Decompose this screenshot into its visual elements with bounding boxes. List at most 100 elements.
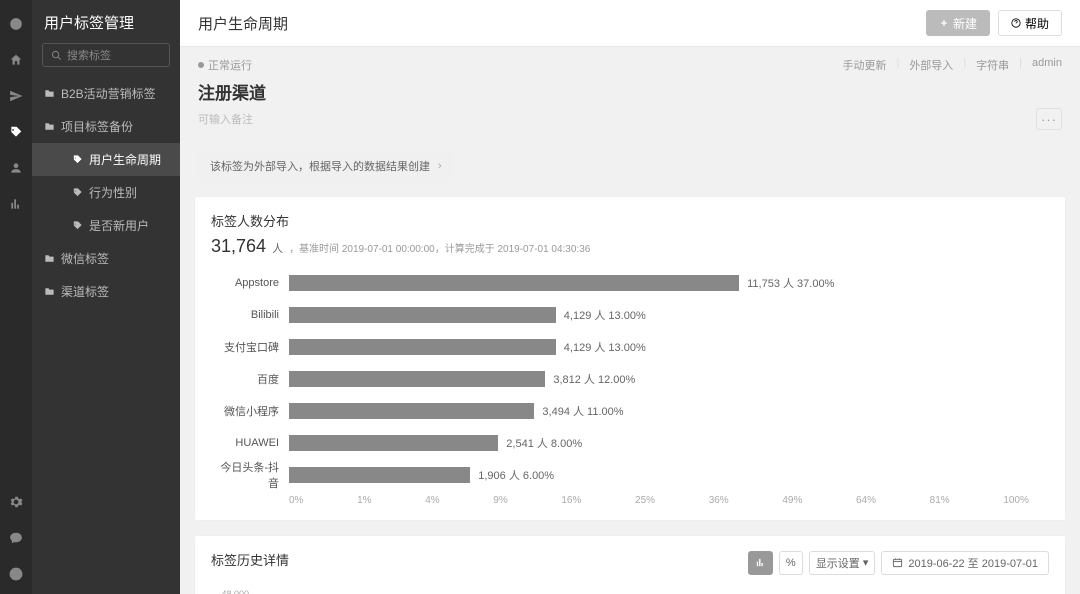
sidebar-item-label: 微信标签	[61, 250, 109, 267]
hbar-label: 百度	[211, 371, 289, 387]
dist-title: 标签人数分布	[211, 211, 1049, 230]
status-dot-icon	[198, 62, 204, 68]
timestamp-info: ，基准时间 2019-07-01 00:00:00，计算完成于 2019-07-…	[289, 240, 590, 255]
tag-icon[interactable]	[0, 116, 32, 148]
status-text: 正常运行	[208, 57, 252, 73]
folder-icon	[44, 88, 55, 99]
plus-icon	[939, 18, 949, 28]
new-button[interactable]: 新建	[926, 10, 990, 36]
page-title: 用户生命周期	[198, 13, 288, 34]
display-settings-button[interactable]: 显示设置 ▾	[809, 551, 876, 575]
hbar-fill	[289, 275, 739, 291]
hbar-value: 3,494 人 11.00%	[542, 403, 623, 419]
x-tick: 49%	[782, 495, 802, 506]
hbar-value: 4,129 人 13.00%	[564, 307, 646, 323]
sidebar-item-label: 是否新用户	[89, 217, 149, 234]
bar-chart-icon	[755, 557, 766, 568]
x-tick: 1%	[357, 495, 371, 506]
hbar-label: Appstore	[211, 277, 289, 289]
chart-icon[interactable]	[0, 188, 32, 220]
stacked-chart: 48,00036,00024,00012,000	[211, 589, 1049, 594]
calendar-icon	[892, 557, 903, 568]
hbar-chart: Appstore11,753 人 37.00%Bilibili4,129 人 1…	[211, 271, 1049, 487]
hbar-value: 2,541 人 8.00%	[506, 435, 582, 451]
x-axis: 0% 1% 4% 9% 16% 25% 36% 49% 64% 81% 100%	[289, 495, 1029, 506]
more-button[interactable]: ···	[1036, 108, 1062, 130]
date-range-picker[interactable]: 2019-06-22 至 2019-07-01	[881, 551, 1049, 575]
send-icon[interactable]	[0, 80, 32, 112]
x-tick: 9%	[493, 495, 507, 506]
gear-icon[interactable]	[0, 486, 32, 518]
remark-input[interactable]: 可输入备注	[198, 111, 253, 127]
help-icon	[1011, 18, 1021, 28]
hbar-row: HUAWEI2,541 人 8.00%	[289, 431, 1029, 455]
hbar-fill	[289, 467, 470, 483]
x-tick: 100%	[1003, 495, 1029, 506]
sidebar-item-2[interactable]: 用户生命周期	[32, 143, 180, 176]
page-heading: 注册渠道	[198, 79, 1062, 104]
x-tick: 25%	[635, 495, 655, 506]
x-tick: 81%	[930, 495, 950, 506]
hbar-row: Appstore11,753 人 37.00%	[289, 271, 1029, 295]
logo-icon[interactable]	[0, 8, 32, 40]
search-icon	[51, 50, 62, 61]
hbar-value: 11,753 人 37.00%	[747, 275, 834, 291]
meta-item: 手动更新	[842, 57, 886, 73]
sidebar-item-0[interactable]: B2B活动营销标签	[32, 77, 180, 110]
tag-icon	[72, 187, 83, 198]
hbar-row: 百度3,812 人 12.00%	[289, 367, 1029, 391]
hbar-label: Bilibili	[211, 309, 289, 321]
sidebar-item-1[interactable]: 项目标签备份	[32, 110, 180, 143]
sidebar-item-label: 项目标签备份	[61, 118, 133, 135]
sidebar: 用户标签管理 搜索标签 B2B活动营销标签项目标签备份用户生命周期行为性别是否新…	[32, 0, 180, 594]
history-panel: 标签历史详情 % 显示设置 ▾ 2019-06-22 至 2019-07-01	[194, 535, 1066, 594]
topbar: 用户生命周期 新建 帮助	[180, 0, 1080, 47]
chevron-right-icon: ›	[438, 160, 442, 172]
sidebar-item-label: 用户生命周期	[89, 151, 161, 168]
user-icon[interactable]	[0, 152, 32, 184]
sidebar-item-3[interactable]: 行为性别	[32, 176, 180, 209]
chevron-down-icon: ▾	[863, 556, 869, 569]
help-button[interactable]: 帮助	[998, 10, 1062, 36]
hbar-value: 4,129 人 13.00%	[564, 339, 646, 355]
x-tick: 0%	[289, 495, 303, 506]
meta-item: admin	[1032, 57, 1062, 73]
avatar-icon[interactable]	[0, 558, 32, 590]
info-chip[interactable]: 该标签为外部导入，根据导入的数据结果创建 ›	[198, 150, 454, 182]
search-input[interactable]: 搜索标签	[42, 43, 170, 67]
hbar-value: 1,906 人 6.00%	[478, 467, 554, 483]
sidebar-item-5[interactable]: 微信标签	[32, 242, 180, 275]
chat-icon[interactable]	[0, 522, 32, 554]
x-tick: 16%	[561, 495, 581, 506]
sidebar-item-4[interactable]: 是否新用户	[32, 209, 180, 242]
status-row: 正常运行 手动更新|外部导入|字符串|admin	[180, 47, 1080, 73]
x-tick: 64%	[856, 495, 876, 506]
sidebar-item-6[interactable]: 渠道标签	[32, 275, 180, 308]
x-tick: 4%	[425, 495, 439, 506]
percent-mode-button[interactable]: %	[779, 551, 803, 575]
sidebar-item-label: B2B活动营销标签	[61, 85, 156, 102]
search-placeholder: 搜索标签	[67, 47, 111, 63]
hbar-label: HUAWEI	[211, 437, 289, 449]
hbar-fill	[289, 435, 498, 451]
sidebar-item-label: 行为性别	[89, 184, 137, 201]
total-count: 31,764	[211, 236, 266, 257]
tag-icon	[72, 220, 83, 231]
folder-icon	[44, 253, 55, 264]
y-tick: 48,000	[211, 589, 249, 594]
sidebar-item-label: 渠道标签	[61, 283, 109, 300]
chart-mode-button[interactable]	[748, 551, 773, 575]
icon-rail	[0, 0, 32, 594]
home-icon[interactable]	[0, 44, 32, 76]
distribution-panel: 标签人数分布 31,764 人 ，基准时间 2019-07-01 00:00:0…	[194, 196, 1066, 521]
y-axis: 48,00036,00024,00012,000	[211, 589, 249, 594]
meta-item: 外部导入	[909, 57, 953, 73]
hbar-row: Bilibili4,129 人 13.00%	[289, 303, 1029, 327]
x-tick: 36%	[709, 495, 729, 506]
meta-links: 手动更新|外部导入|字符串|admin	[842, 57, 1062, 73]
main: 用户生命周期 新建 帮助 正常运行 手动更新|外部导入|字符串|admin 注册…	[180, 0, 1080, 594]
hbar-label: 支付宝口碑	[211, 339, 289, 355]
sidebar-nav: B2B活动营销标签项目标签备份用户生命周期行为性别是否新用户微信标签渠道标签	[32, 77, 180, 308]
folder-icon	[44, 121, 55, 132]
folder-icon	[44, 286, 55, 297]
